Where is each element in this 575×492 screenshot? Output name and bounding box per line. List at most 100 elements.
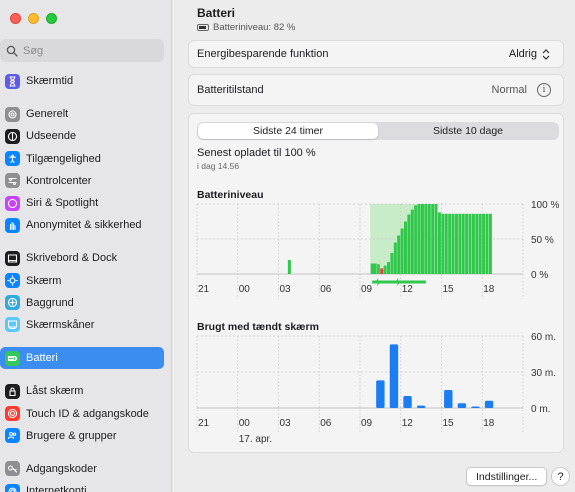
battery-level-bar — [407, 214, 411, 274]
energy-saving-row: Energibesparende funktion Aldrig — [188, 40, 564, 68]
battery-level-chart: 100 % 50 % 0 % 21 00 03 06 09 12 15 18 — [196, 200, 559, 299]
settings-button[interactable]: Indstillinger... — [466, 467, 548, 486]
x-tick-label: 06 — [320, 418, 332, 429]
sidebar-item-skærmskåner[interactable]: Skærmskåner — [0, 314, 164, 336]
battery-level-bar — [485, 213, 489, 274]
sidebar-item-generelt[interactable]: Generelt — [0, 103, 164, 125]
hourglass-icon — [5, 73, 20, 89]
usage-bar — [471, 406, 480, 408]
sidebar-item-label: Baggrund — [26, 296, 74, 309]
battery-level-bar — [478, 213, 482, 274]
y-tick-label: 100 % — [531, 200, 559, 211]
close-window-button[interactable] — [10, 13, 21, 24]
energy-saving-popup[interactable]: Aldrig — [509, 48, 551, 60]
search-input[interactable] — [23, 44, 153, 57]
sidebar: Skærmtid Generelt Udseende Tilgængelighed Ko… — [0, 0, 172, 492]
battery-level-bar — [482, 213, 486, 274]
sidebar-item-label: Generelt — [26, 108, 69, 121]
tab-last-10-days[interactable]: Sidste 10 dage — [378, 123, 558, 139]
battery-small-icon — [197, 24, 209, 31]
sidebar-item-skærm[interactable]: Skærm — [0, 270, 164, 292]
battery-level-bar — [387, 262, 391, 274]
battery-level-bar — [475, 213, 479, 274]
display-icon — [5, 273, 20, 289]
last-charged-info: Senest opladet til 100 % i dag 14.56 — [197, 147, 316, 171]
battery-level-bar — [380, 268, 384, 274]
usage-bar — [416, 405, 426, 408]
battery-level-bar — [468, 213, 472, 274]
info-icon[interactable]: i — [537, 83, 551, 97]
battery-level-bar — [471, 213, 475, 274]
battery-health-value: Normal — [491, 84, 527, 96]
sidebar-item-anonymitet-sikkerhed[interactable]: Anonymitet & sikkerhed — [0, 214, 164, 236]
battery-level-bar — [390, 253, 394, 274]
battery-level-bar — [404, 221, 407, 274]
zoom-window-button[interactable] — [46, 13, 57, 24]
sidebar-item-kontrolcenter[interactable]: Kontrolcenter — [0, 170, 164, 192]
x-tick-label: 15 — [443, 418, 455, 429]
battery-level-bar — [287, 260, 291, 274]
battery-level-bar — [488, 213, 492, 274]
y-tick-label: 60 m. — [531, 332, 556, 343]
screen-on-usage-chart: 60 m. 30 m. 0 m. 21 00 03 06 09 12 15 18 17. apr. — [196, 332, 556, 445]
battery-level-bar — [370, 263, 374, 274]
sidebar-item-label: Låst skærm — [26, 385, 84, 398]
control-center-icon — [5, 173, 20, 189]
battery-level-bar — [400, 228, 404, 274]
sidebar-item-adgangskoder[interactable]: Adgangskoder — [0, 458, 164, 480]
x-tick-label: 18 — [483, 418, 495, 429]
wallpaper-icon — [5, 295, 20, 311]
battery-level-bar — [420, 204, 424, 274]
energy-saving-label: Energibesparende funktion — [197, 48, 329, 60]
sidebar-item-låst-skærm[interactable]: Låst skærm — [0, 380, 164, 402]
fingerprint-icon — [5, 406, 20, 422]
battery-pane: Batteri Batteriniveau: 82 % Energibespar… — [172, 0, 575, 492]
usage-bar — [376, 380, 385, 408]
x-tick-label: 06 — [320, 284, 332, 295]
sidebar-item-skærmtid[interactable]: Skærmtid — [0, 70, 164, 92]
appearance-icon — [5, 128, 20, 144]
energy-saving-value: Aldrig — [508, 48, 537, 60]
chevron-updown-icon — [541, 48, 551, 60]
sidebar-item-label: Internetkonti — [26, 485, 87, 492]
tab-last-24-hours[interactable]: Sidste 24 timer — [198, 123, 378, 139]
usage-history-card: Sidste 24 timer Sidste 10 dage Senest op… — [188, 113, 564, 453]
x-tick-label: 18 — [483, 284, 495, 295]
sidebar-item-tilgængelighed[interactable]: Tilgængelighed — [0, 148, 164, 170]
battery-level-status: Batteriniveau: 82 % — [197, 22, 295, 33]
battery-icon — [5, 350, 20, 366]
battery-level-bar — [383, 265, 387, 274]
minimize-window-button[interactable] — [28, 13, 39, 24]
battery-level-bar — [437, 212, 441, 274]
sidebar-item-label: Brugere & grupper — [26, 429, 117, 442]
sidebar-item-siri-spotlight[interactable]: Siri & Spotlight — [0, 192, 164, 214]
sidebar-item-touch-id-adgangskode[interactable]: Touch ID & adgangskode — [0, 402, 164, 424]
sidebar-item-brugere-grupper[interactable]: Brugere & grupper — [0, 425, 164, 447]
sidebar-item-udseende[interactable]: Udseende — [0, 125, 164, 147]
battery-level-bar — [465, 213, 469, 274]
battery-health-label: Batteritilstand — [197, 84, 264, 96]
x-tick-label: 03 — [280, 418, 292, 429]
sidebar-item-batteri[interactable]: Batteri — [0, 347, 164, 370]
battery-level-bar — [448, 213, 452, 274]
sidebar-item-skrivebord-dock[interactable]: Skrivebord & Dock — [0, 247, 164, 269]
x-tick-label: 21 — [198, 284, 210, 295]
battery-level-bar — [417, 204, 421, 274]
battery-level-bar — [451, 213, 455, 274]
battery-level-bar — [461, 213, 465, 274]
x-tick-label: 12 — [402, 284, 414, 295]
search-field[interactable] — [0, 39, 164, 62]
battery-health-row: Batteritilstand Normal i — [188, 74, 564, 106]
y-tick-label: 50 % — [531, 235, 554, 246]
sidebar-item-baggrund[interactable]: Baggrund — [0, 292, 164, 314]
usage-bar — [403, 396, 412, 408]
x-tick-label: 12 — [402, 418, 414, 429]
battery-level-bar — [393, 242, 397, 274]
gear-icon — [5, 106, 20, 122]
usage-bar — [484, 400, 494, 408]
help-button[interactable]: ? — [551, 467, 570, 486]
settings-window: Skærmtid Generelt Udseende Tilgængelighed Ko… — [0, 0, 575, 492]
sidebar-item-internetkonti[interactable]: Internetkonti — [0, 480, 164, 492]
screensaver-icon — [5, 317, 20, 333]
battery-level-bar — [434, 204, 438, 274]
